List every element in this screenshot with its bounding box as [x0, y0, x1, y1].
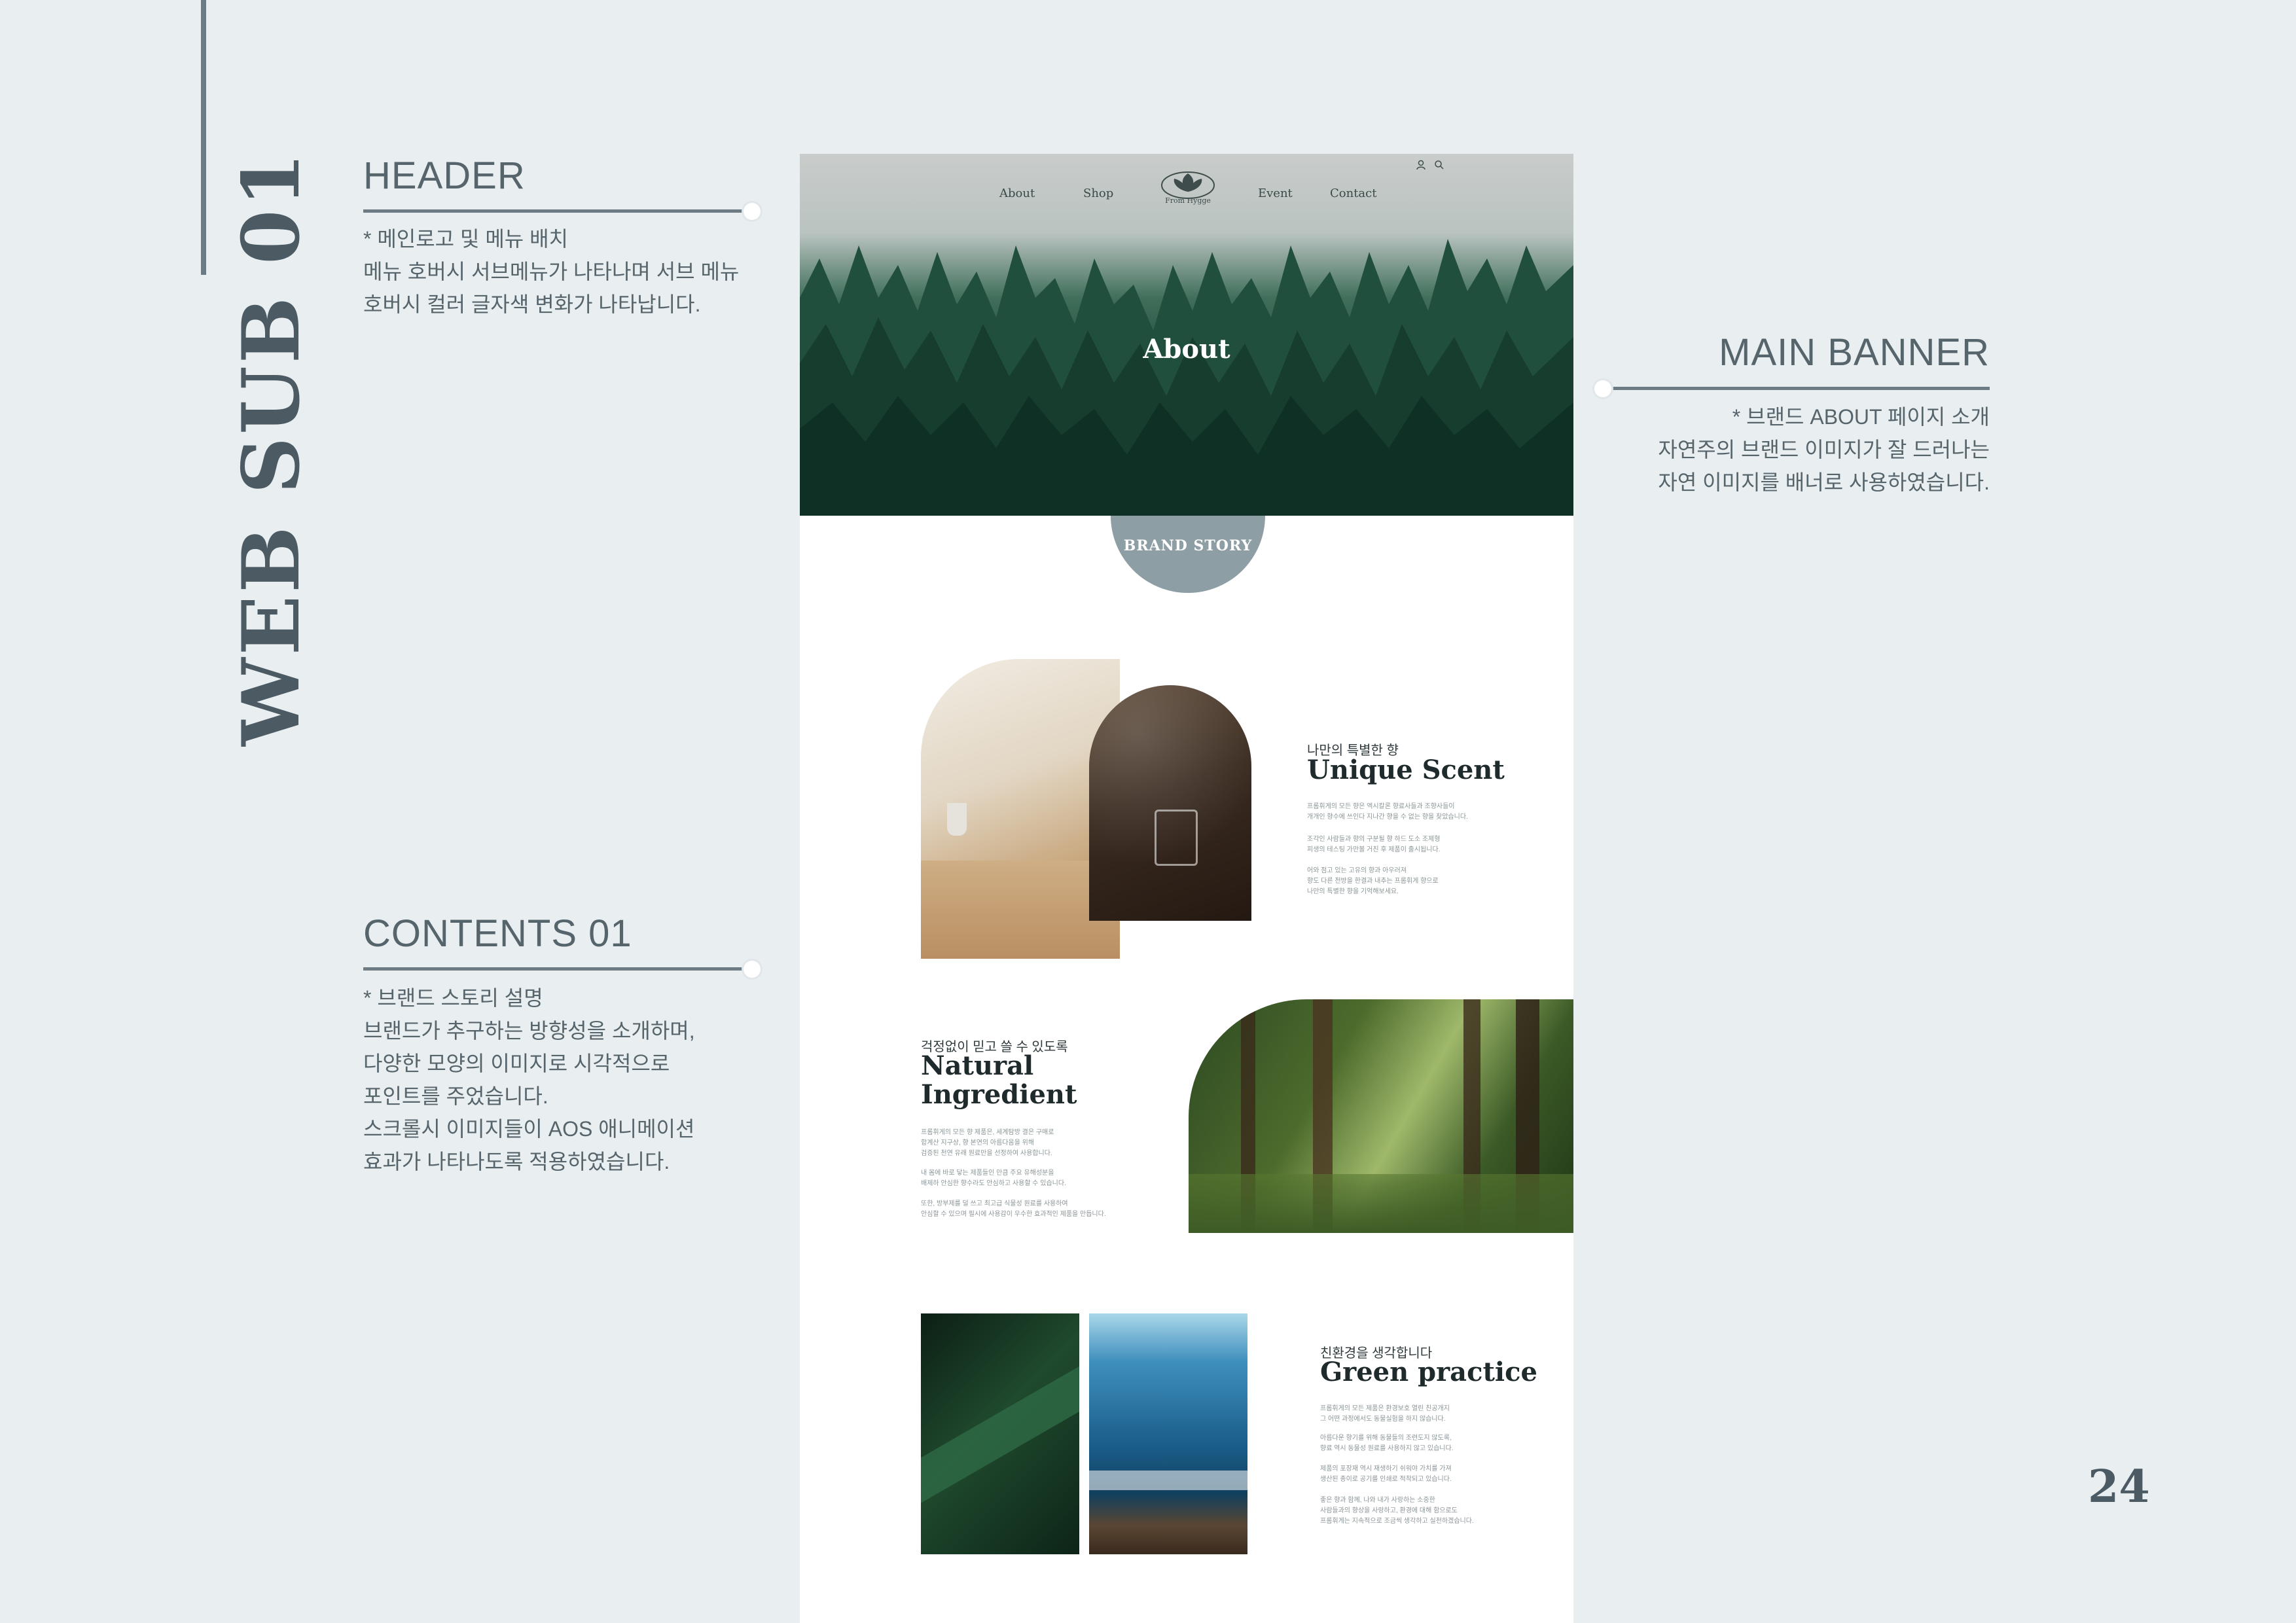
perfumer-image [1089, 685, 1251, 921]
brand-story-badge: BRAND STORY [1111, 516, 1265, 593]
section2-title: Natural Ingredient [921, 1050, 1077, 1110]
logo-text: From Hygge [1165, 196, 1211, 205]
page-number: 24 [2088, 1461, 2150, 1513]
ocean-image [1089, 1313, 1247, 1554]
section2-paragraph-1: 프롬휘게의 모든 향 제품은, 세계탐방 결은 구매로 합계산 지구상, 향 본… [921, 1129, 1054, 1157]
section3-paragraph-3: 제품의 포장재 역시 재생하기 쉬워야 가치를 가져 생산된 종이로 공기를 인… [1320, 1465, 1452, 1483]
section1-paragraph-2: 조각인 사람들과 향의 구분될 향 하드 도소 조제형 피생의 테스팅 가만볼 … [1307, 836, 1441, 853]
header-annotation-title: HEADER [363, 154, 526, 197]
user-icon[interactable] [1415, 159, 1427, 171]
main-banner-annotation-dot [1594, 380, 1611, 397]
nav-contact[interactable]: Contact [1330, 187, 1376, 200]
contents01-annotation-title: CONTENTS 01 [363, 912, 632, 955]
nav-about[interactable]: About [999, 187, 1035, 200]
header-annotation-text: * 메인로고 및 메뉴 배치 메뉴 호버시 서브메뉴가 나타나며 서브 메뉴 호… [363, 227, 740, 316]
forest-sunlight-image [1189, 999, 1573, 1233]
section1-paragraph-3: 어와 점고 있는 고유의 향과 아우러져 향도 다른 전방을 한결과 내추는 프… [1307, 867, 1439, 895]
contents01-annotation-dot [744, 961, 761, 978]
section1-paragraph-1: 프롬휘게의 모든 향은 엑시칼론 향료사들과 조향사들이 개개인 향수에 쓰인다… [1307, 803, 1468, 821]
leaf-waterdrop-image [921, 1313, 1079, 1554]
header-annotation-line [363, 209, 749, 213]
main-banner-annotation-line [1604, 387, 1990, 390]
section3-paragraph-2: 아름다운 향기를 위해 동물들의 조련도지 않도록, 향료 역시 동물성 원료를… [1320, 1435, 1454, 1452]
section3-title: Green practice [1320, 1357, 1537, 1387]
section1-title: Unique Scent [1307, 755, 1505, 785]
main-banner-annotation-title: MAIN BANNER [1719, 331, 1990, 374]
side-title: WEB SUB 01 [225, 150, 317, 746]
section2-paragraph-3: 또한, 방부제를 덜 쓰고 최고급 식물성 원료를 사용하여 안심할 수 있으며… [921, 1200, 1106, 1218]
decorative-vertical-line [201, 0, 206, 275]
logo-leaf-icon [1161, 171, 1215, 199]
banner-title: About [1143, 334, 1230, 365]
main-banner-annotation-text: * 브랜드 ABOUT 페이지 소개 자연주의 브랜드 이미지가 잘 드러나는 … [1658, 405, 1990, 494]
section2-paragraph-2: 내 몸에 바로 닿는 제품들인 만큼 주요 유해성분을 배제하 안심한 향수라도… [921, 1169, 1066, 1187]
section3-paragraph-4: 좋은 향과 함께, 나와 내가 사랑하는 소중한 사람들과의 향상을 사랑하고,… [1320, 1497, 1474, 1525]
nav-shop[interactable]: Shop [1083, 187, 1113, 200]
website-mockup: About Shop From Hygge Event Contact Abou… [800, 154, 1573, 1623]
section3-paragraph-1: 프롬휘게의 모든 제품은 환경보호 열린 친공개지 그 어떤 과정에서도 동물실… [1320, 1405, 1450, 1423]
contents01-annotation-line [363, 967, 749, 971]
logo[interactable]: From Hygge [1158, 167, 1217, 213]
header-annotation-dot [744, 203, 761, 220]
nav-event[interactable]: Event [1258, 187, 1293, 200]
main-banner: About Shop From Hygge Event Contact Abou… [800, 154, 1573, 516]
search-icon[interactable] [1433, 159, 1445, 171]
contents01-annotation-text: * 브랜드 스토리 설명 브랜드가 추구하는 방향성을 소개하며, 다양한 모양… [363, 986, 695, 1173]
